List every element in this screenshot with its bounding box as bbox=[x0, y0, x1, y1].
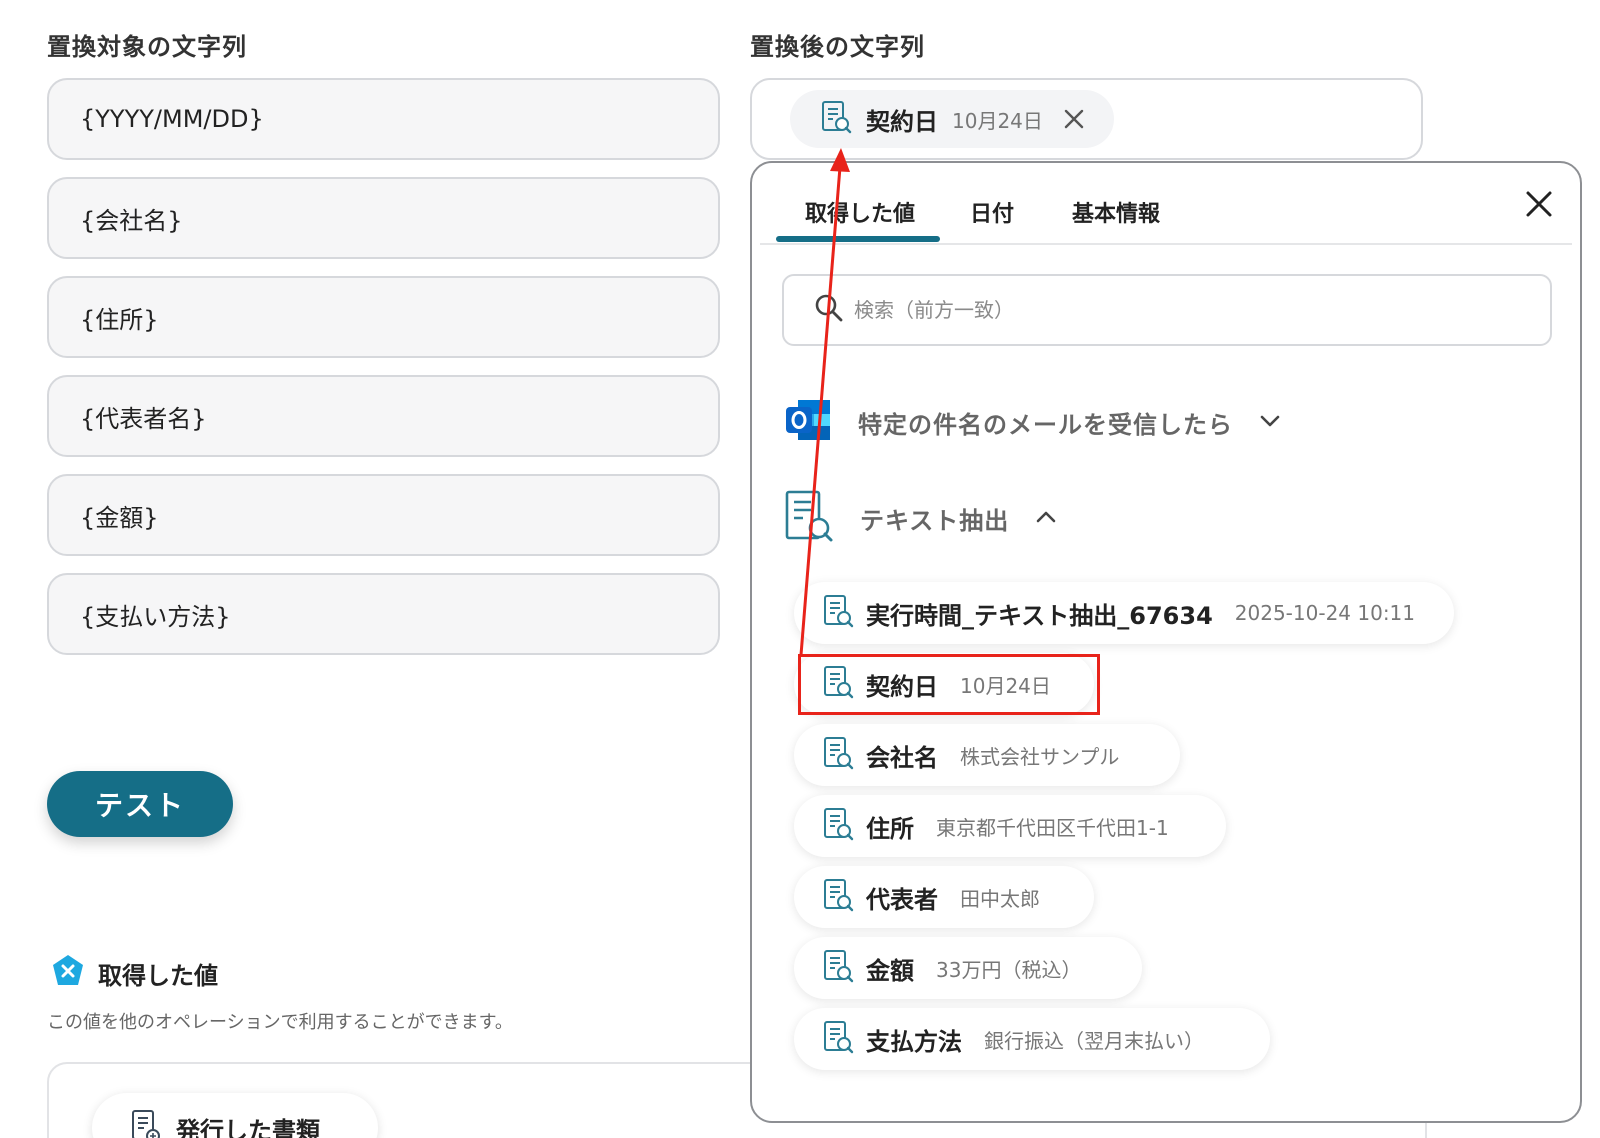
group-text-extraction-label: テキスト抽出 bbox=[860, 506, 1010, 535]
document-search-icon bbox=[784, 489, 834, 547]
value-item-label: 代表者 bbox=[866, 885, 938, 914]
value-item-label: 実行時間_テキスト抽出_67634 bbox=[866, 601, 1213, 630]
value-item-company-name[interactable]: 会社名 株式会社サンプル bbox=[794, 724, 1180, 786]
acquired-values-title: 取得した値 bbox=[98, 961, 218, 990]
target-field-text: {支払い方法} bbox=[80, 602, 231, 631]
value-item-value: 2025-10-24 10:11 bbox=[1234, 601, 1416, 625]
target-field-company[interactable]: {会社名} bbox=[47, 177, 720, 259]
target-field-payment[interactable]: {支払い方法} bbox=[47, 573, 720, 655]
document-search-icon bbox=[822, 807, 854, 845]
tab-date[interactable]: 日付 bbox=[970, 196, 1014, 228]
value-item-execution-time[interactable]: 実行時間_テキスト抽出_67634 2025-10-24 10:11 bbox=[794, 582, 1454, 644]
tab-divider bbox=[760, 243, 1572, 245]
value-item-contract-date[interactable]: 契約日 10月24日 bbox=[794, 653, 1094, 715]
document-search-icon bbox=[822, 665, 854, 703]
issued-document-chip[interactable]: 発行した書類 bbox=[92, 1093, 378, 1138]
value-item-representative[interactable]: 代表者 田中太郎 bbox=[794, 866, 1094, 928]
value-item-value: 株式会社サンプル bbox=[960, 744, 1120, 769]
document-search-icon bbox=[822, 1020, 854, 1058]
value-item-label: 会社名 bbox=[866, 743, 938, 772]
selected-chip-label: 契約日 bbox=[866, 107, 938, 136]
acquired-values-description: この値を他のオペレーションで利用することができます。 bbox=[47, 1012, 513, 1033]
active-tab-indicator bbox=[776, 236, 940, 242]
target-field-text: {YYYY/MM/DD} bbox=[80, 105, 264, 133]
document-upload-icon bbox=[130, 1109, 160, 1138]
target-field-text: {会社名} bbox=[80, 206, 183, 235]
remove-chip-icon[interactable] bbox=[1063, 108, 1085, 130]
group-text-extraction[interactable]: テキスト抽出 bbox=[784, 489, 1057, 547]
acquired-values-header: 取得した値 bbox=[50, 953, 218, 993]
document-search-icon bbox=[822, 878, 854, 916]
target-field-amount[interactable]: {金額} bbox=[47, 474, 720, 556]
search-icon bbox=[814, 293, 844, 327]
value-item-amount[interactable]: 金額 33万円（税込） bbox=[794, 937, 1142, 999]
document-search-icon bbox=[822, 736, 854, 774]
value-item-value: 東京都千代田区千代田1-1 bbox=[936, 815, 1169, 840]
target-field-representative[interactable]: {代表者名} bbox=[47, 375, 720, 457]
target-field-text: {金額} bbox=[80, 503, 159, 532]
value-item-label: 金額 bbox=[866, 956, 914, 985]
close-icon[interactable] bbox=[1524, 189, 1554, 223]
target-field-date[interactable]: {YYYY/MM/DD} bbox=[47, 78, 720, 160]
test-button[interactable]: テスト bbox=[47, 771, 233, 837]
value-item-label: 支払方法 bbox=[866, 1027, 962, 1056]
selected-chip-value: 10月24日 bbox=[952, 108, 1043, 133]
issued-document-label: 発行した書類 bbox=[176, 1116, 320, 1138]
document-search-icon bbox=[822, 949, 854, 987]
selected-value-chip[interactable]: 契約日 10月24日 bbox=[790, 90, 1114, 148]
chevron-down-icon bbox=[1259, 413, 1281, 432]
tab-acquired-values[interactable]: 取得した値 bbox=[805, 196, 915, 228]
document-search-icon bbox=[820, 100, 852, 138]
value-item-value: 銀行振込（翌月末払い） bbox=[984, 1028, 1204, 1053]
document-search-icon bbox=[822, 594, 854, 632]
value-item-value: 10月24日 bbox=[960, 673, 1051, 698]
value-picker-popover: 取得した値 日付 基本情報 特定の件名のメールを受信したら bbox=[750, 161, 1582, 1123]
group-email-trigger[interactable]: 特定の件名のメールを受信したら bbox=[784, 397, 1281, 447]
target-field-address[interactable]: {住所} bbox=[47, 276, 720, 358]
outlook-icon bbox=[784, 397, 832, 447]
group-email-trigger-label: 特定の件名のメールを受信したら bbox=[858, 410, 1233, 439]
replacement-strings-title: 置換後の文字列 bbox=[750, 33, 925, 61]
value-item-payment-method[interactable]: 支払方法 銀行振込（翌月末払い） bbox=[794, 1008, 1270, 1070]
target-field-text: {住所} bbox=[80, 305, 159, 334]
target-strings-title: 置換対象の文字列 bbox=[47, 33, 247, 61]
search-input[interactable] bbox=[854, 298, 1514, 322]
value-item-address[interactable]: 住所 東京都千代田区千代田1-1 bbox=[794, 795, 1226, 857]
value-item-label: 住所 bbox=[866, 814, 914, 843]
tab-basic-info[interactable]: 基本情報 bbox=[1072, 196, 1160, 228]
search-field[interactable] bbox=[782, 274, 1552, 346]
value-item-value: 33万円（税込） bbox=[936, 957, 1082, 982]
chevron-up-icon bbox=[1035, 509, 1057, 528]
variable-badge-icon bbox=[50, 953, 86, 993]
value-item-label: 契約日 bbox=[866, 672, 938, 701]
value-item-value: 田中太郎 bbox=[960, 886, 1040, 911]
target-field-text: {代表者名} bbox=[80, 404, 207, 433]
